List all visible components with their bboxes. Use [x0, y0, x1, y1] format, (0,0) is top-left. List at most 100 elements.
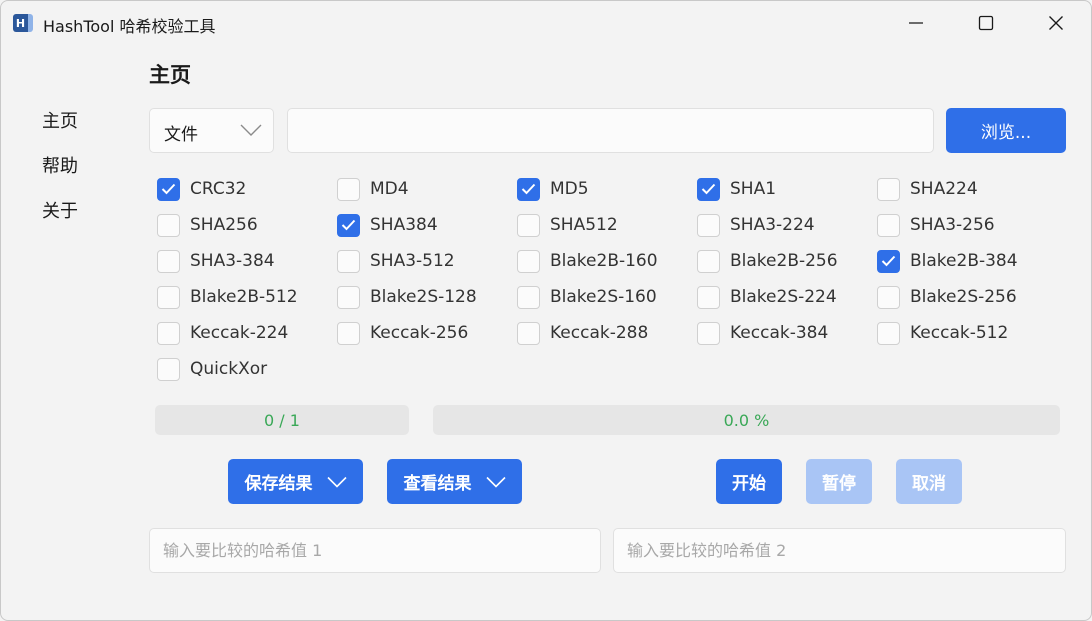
- start-button[interactable]: 开始: [716, 459, 782, 504]
- checkbox-blake2b-256[interactable]: Blake2B-256: [697, 249, 838, 273]
- unchecked-box[interactable]: [337, 285, 360, 309]
- checkbox-sha224[interactable]: SHA224: [877, 177, 978, 201]
- unchecked-box[interactable]: [877, 177, 900, 201]
- checkbox-blake2s-128[interactable]: Blake2S-128: [337, 285, 477, 309]
- checkbox-label: Keccak-224: [190, 323, 289, 343]
- checkbox-label: Keccak-512: [910, 323, 1009, 343]
- pause-button[interactable]: 暂停: [806, 459, 872, 504]
- cancel-button[interactable]: 取消: [896, 459, 962, 504]
- percent-progress-text: 0.0 %: [723, 410, 770, 430]
- unchecked-box[interactable]: [157, 357, 180, 381]
- close-button[interactable]: [1021, 1, 1091, 45]
- unchecked-box[interactable]: [877, 321, 900, 345]
- unchecked-box[interactable]: [337, 249, 360, 273]
- app-window: H HashTool 哈希校验工具 主页 帮助 关于 主页 文件 浏览... C…: [0, 0, 1092, 621]
- checkbox-label: Keccak-288: [550, 323, 649, 343]
- unchecked-box[interactable]: [517, 321, 540, 345]
- save-results-button[interactable]: 保存结果: [228, 459, 363, 504]
- close-icon: [1049, 16, 1063, 30]
- title-bar[interactable]: H HashTool 哈希校验工具: [1, 1, 1091, 45]
- checkmark-icon: [341, 219, 356, 231]
- checkbox-label: Blake2B-256: [730, 251, 838, 271]
- unchecked-box[interactable]: [697, 249, 720, 273]
- unchecked-box[interactable]: [697, 321, 720, 345]
- maximize-button[interactable]: [951, 1, 1021, 45]
- checkbox-label: QuickXor: [190, 359, 268, 379]
- unchecked-box[interactable]: [697, 213, 720, 237]
- checkbox-blake2b-384[interactable]: Blake2B-384: [877, 249, 1018, 273]
- checkbox-keccak-288[interactable]: Keccak-288: [517, 321, 648, 345]
- hash-compare-input-1[interactable]: [149, 528, 601, 573]
- checkmark-icon: [881, 255, 896, 267]
- sidebar-item-help[interactable]: 帮助: [42, 152, 78, 178]
- checkbox-md5[interactable]: MD5: [517, 177, 589, 201]
- checked-box[interactable]: [157, 177, 180, 201]
- checkbox-label: Blake2B-512: [190, 287, 298, 307]
- sidebar-item-home[interactable]: 主页: [42, 107, 78, 133]
- checkbox-md4[interactable]: MD4: [337, 177, 409, 201]
- checkbox-keccak-384[interactable]: Keccak-384: [697, 321, 828, 345]
- unchecked-box[interactable]: [337, 177, 360, 201]
- checkbox-label: SHA512: [550, 215, 618, 235]
- unchecked-box[interactable]: [157, 285, 180, 309]
- file-progress-text: 0 / 1: [264, 410, 300, 430]
- checkbox-keccak-256[interactable]: Keccak-256: [337, 321, 468, 345]
- source-type-select[interactable]: 文件: [149, 108, 274, 153]
- checked-box[interactable]: [517, 177, 540, 201]
- checkbox-label: Keccak-256: [370, 323, 469, 343]
- unchecked-box[interactable]: [157, 321, 180, 345]
- unchecked-box[interactable]: [877, 213, 900, 237]
- checkbox-blake2s-256[interactable]: Blake2S-256: [877, 285, 1017, 309]
- file-path-input[interactable]: [287, 108, 934, 153]
- sidebar-item-about[interactable]: 关于: [42, 197, 78, 223]
- view-results-button[interactable]: 查看结果: [387, 459, 522, 504]
- hash-compare-input-2[interactable]: [613, 528, 1066, 573]
- minimize-button[interactable]: [881, 1, 951, 45]
- checkmark-icon: [161, 183, 176, 195]
- unchecked-box[interactable]: [337, 321, 360, 345]
- checkbox-blake2b-160[interactable]: Blake2B-160: [517, 249, 658, 273]
- chevron-down-icon: [240, 124, 262, 136]
- checkbox-label: SHA384: [370, 215, 438, 235]
- checkbox-blake2s-160[interactable]: Blake2S-160: [517, 285, 657, 309]
- checkbox-blake2b-512[interactable]: Blake2B-512: [157, 285, 298, 309]
- checkbox-sha3-512[interactable]: SHA3-512: [337, 249, 455, 273]
- unchecked-box[interactable]: [517, 213, 540, 237]
- checkbox-label: Blake2B-160: [550, 251, 658, 271]
- checkbox-label: SHA224: [910, 179, 978, 199]
- checkbox-sha3-256[interactable]: SHA3-256: [877, 213, 995, 237]
- checkbox-sha512[interactable]: SHA512: [517, 213, 618, 237]
- checkbox-sha1[interactable]: SHA1: [697, 177, 776, 201]
- checkmark-icon: [701, 183, 716, 195]
- unchecked-box[interactable]: [697, 285, 720, 309]
- checkbox-label: CRC32: [190, 179, 247, 199]
- page-title: 主页: [149, 63, 191, 87]
- checkbox-keccak-224[interactable]: Keccak-224: [157, 321, 288, 345]
- checkbox-blake2s-224[interactable]: Blake2S-224: [697, 285, 837, 309]
- checkbox-label: SHA256: [190, 215, 258, 235]
- checkbox-quickxor[interactable]: QuickXor: [157, 357, 267, 381]
- chevron-down-icon: [326, 476, 347, 488]
- unchecked-box[interactable]: [157, 213, 180, 237]
- unchecked-box[interactable]: [877, 285, 900, 309]
- checkbox-label: Blake2S-128: [370, 287, 477, 307]
- unchecked-box[interactable]: [157, 249, 180, 273]
- unchecked-box[interactable]: [517, 285, 540, 309]
- checkbox-sha256[interactable]: SHA256: [157, 213, 258, 237]
- checked-box[interactable]: [697, 177, 720, 201]
- app-icon: H: [13, 14, 33, 32]
- unchecked-box[interactable]: [517, 249, 540, 273]
- checked-box[interactable]: [337, 213, 360, 237]
- checkbox-label: SHA3-256: [910, 215, 995, 235]
- checkbox-sha3-224[interactable]: SHA3-224: [697, 213, 815, 237]
- save-results-label: 保存结果: [244, 474, 313, 494]
- checkbox-sha3-384[interactable]: SHA3-384: [157, 249, 275, 273]
- window-title: HashTool 哈希校验工具: [43, 17, 216, 36]
- browse-button[interactable]: 浏览...: [946, 108, 1066, 153]
- checkbox-crc32[interactable]: CRC32: [157, 177, 246, 201]
- checkbox-sha384[interactable]: SHA384: [337, 213, 438, 237]
- checked-box[interactable]: [877, 249, 900, 273]
- checkbox-keccak-512[interactable]: Keccak-512: [877, 321, 1008, 345]
- checkbox-label: MD4: [370, 179, 409, 199]
- checkbox-label: Blake2S-160: [550, 287, 657, 307]
